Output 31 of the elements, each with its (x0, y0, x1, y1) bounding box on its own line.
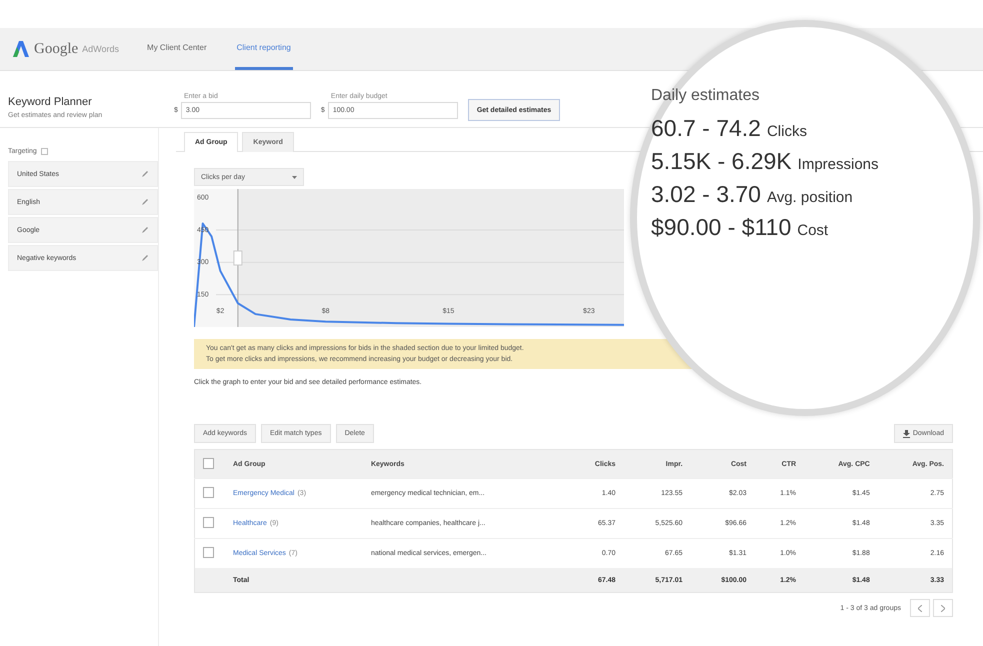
download-icon (902, 430, 910, 438)
estimate-range: 3.02 - 3.70 (651, 181, 761, 208)
pencil-icon[interactable] (141, 254, 149, 262)
pencil-icon[interactable] (141, 226, 149, 234)
chevron-right-icon (941, 604, 945, 612)
nav-tab[interactable]: My Client Center (145, 28, 209, 70)
estimate-unit: Cost (797, 222, 828, 239)
checkbox[interactable] (203, 458, 214, 468)
product-name: AdWords (82, 44, 120, 54)
logo-icon (12, 40, 30, 58)
estimates-title: Daily estimates (651, 87, 760, 105)
pencil-icon[interactable] (141, 198, 149, 206)
checkbox[interactable] (203, 517, 214, 528)
page-title: Keyword Planner (8, 96, 93, 108)
previous-button[interactable] (910, 599, 930, 617)
next-button[interactable] (933, 599, 953, 617)
estimate-unit: Clicks (766, 123, 807, 140)
estimate-range: 5.15K - 6.29K (651, 148, 792, 175)
estimate-range: $90.00 - $110 (651, 214, 792, 241)
caret-icon (292, 176, 297, 178)
logo-text: Google (34, 40, 78, 58)
bid-handle[interactable] (233, 250, 242, 266)
estimate-unit: Impressions (798, 156, 879, 173)
checkbox[interactable] (203, 487, 214, 498)
estimate-unit: Avg. position (766, 189, 853, 206)
nav-tab[interactable]: Client reporting (234, 28, 293, 70)
estimate-range: 60.7 - 74.2 (651, 115, 761, 142)
chevron-left-icon (918, 604, 922, 612)
bid-line[interactable] (237, 189, 238, 327)
pencil-icon[interactable] (141, 170, 149, 178)
checkbox[interactable] (203, 547, 214, 558)
